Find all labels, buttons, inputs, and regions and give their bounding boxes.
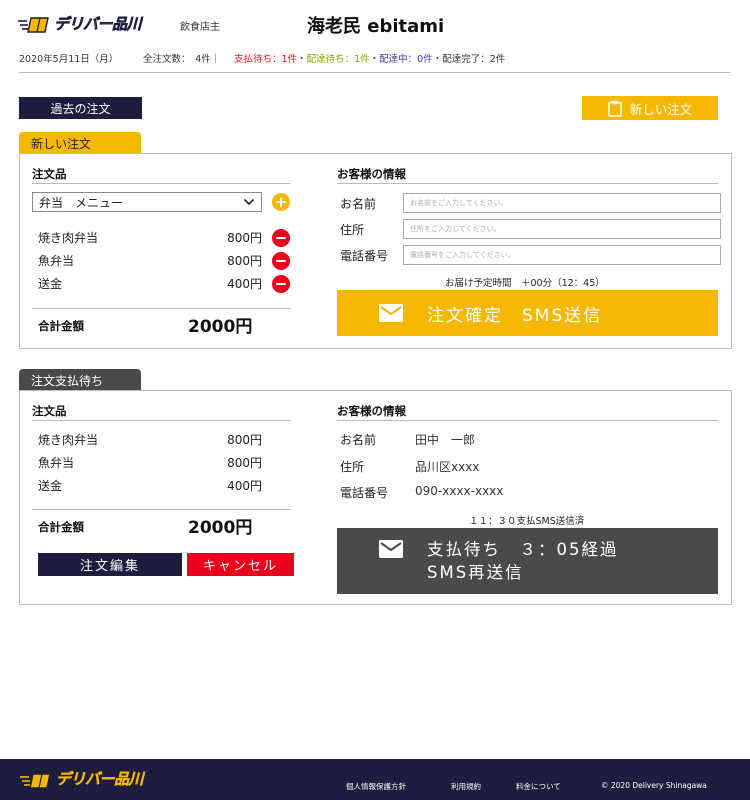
terms-link[interactable]: 利用規約 <box>451 781 481 792</box>
confirm-order-label: 注文確定 SMS送信 <box>427 305 603 326</box>
items-section-title: 注文品 <box>32 404 67 418</box>
footer-logo-text: デリバー品川 <box>56 770 144 788</box>
pending-delivery-count: 配達待ち：1件 <box>306 54 370 65</box>
new-order-button[interactable]: 新しい注文 <box>582 96 718 120</box>
payment-wait-elapsed: 支払待ち ３：05経過 <box>427 540 619 559</box>
separator: ・ <box>297 54 307 65</box>
total-label: 合計金額 <box>38 520 84 534</box>
tab-new-order: 新しい注文 <box>19 132 141 154</box>
order-item-name: 焼き肉弁当 <box>38 433 99 447</box>
customer-address-value: 品川区xxxx <box>415 460 480 474</box>
new-order-panel: 注文品 弁当 メニュー + 焼き肉弁当 800円 魚弁当 800円 送金 400… <box>19 153 732 349</box>
pending-payment-count: 支払待ち：1件 <box>234 54 298 65</box>
user-role: 飲食店主 <box>180 22 220 33</box>
customer-divider <box>337 420 718 421</box>
edit-order-button[interactable]: 注文編集 <box>38 553 182 576</box>
menu-select-value: 弁当 メニュー <box>39 195 124 210</box>
delivery-box-icon <box>20 772 51 789</box>
customer-section-title: お客様の情報 <box>337 167 406 181</box>
status-counts: 支払待ち：1件・配達待ち：1件・配達中：0件・配達完了：2件 <box>234 51 505 65</box>
order-item-price: 800円 <box>227 433 262 447</box>
chevron-down-icon <box>243 198 255 206</box>
mail-icon <box>379 304 403 322</box>
name-label: お名前 <box>340 197 377 211</box>
customer-divider <box>337 183 718 184</box>
phone-label: 電話番号 <box>340 486 389 500</box>
delivery-time-estimate: お届け予定時間 ＋00分（12：45） <box>445 278 605 289</box>
order-item-price: 400円 <box>227 479 262 493</box>
past-orders-button[interactable]: 過去の注文 <box>19 97 142 119</box>
resend-sms-button[interactable]: 支払待ち ３：05経過 SMS再送信 <box>337 528 718 594</box>
cancel-order-button[interactable]: キャンセル <box>187 553 294 576</box>
resend-sms-text: 支払待ち ３：05経過 SMS再送信 <box>427 538 619 584</box>
privacy-policy-link[interactable]: 個人情報保護方針 <box>346 781 406 792</box>
separator: ・ <box>432 54 443 65</box>
remove-item-button[interactable] <box>272 275 290 293</box>
tab-pending-payment: 注文支払待ち <box>19 369 141 391</box>
shop-name: 海老民 ebitami <box>307 16 445 37</box>
customer-name-value: 田中 一郎 <box>415 433 476 447</box>
pricing-link[interactable]: 料金について <box>516 781 561 792</box>
total-divider <box>32 509 291 510</box>
resend-sms-label: SMS再送信 <box>427 563 524 582</box>
add-item-button[interactable]: + <box>272 193 290 211</box>
total-label: 合計金額 <box>38 319 84 333</box>
order-item-name: 魚弁当 <box>38 254 75 268</box>
remove-item-button[interactable] <box>272 229 290 247</box>
total-orders-count: 全注文数： 4件｜ <box>143 54 221 65</box>
header-divider <box>19 72 731 73</box>
order-item-name: 送金 <box>38 479 63 493</box>
items-divider <box>32 420 291 421</box>
total-value: 2000円 <box>188 518 253 538</box>
address-label: 住所 <box>340 223 365 237</box>
clipboard-icon <box>607 100 622 117</box>
footer-logo[interactable]: デリバー品川 <box>20 768 144 789</box>
order-item-price: 400円 <box>227 277 262 291</box>
customer-address-input[interactable]: 住所をご入力してください。 <box>403 219 721 239</box>
order-item-name: 魚弁当 <box>38 456 75 470</box>
current-date: 2020年5月11日（月） <box>19 54 119 65</box>
total-divider <box>32 308 291 309</box>
separator: ・ <box>369 54 380 65</box>
order-item-name: 焼き肉弁当 <box>38 231 99 245</box>
mail-icon <box>379 540 403 558</box>
customer-phone-input[interactable]: 電話番号をご入力してください。 <box>403 245 721 265</box>
order-item-price: 800円 <box>227 231 262 245</box>
total-value: 2000円 <box>188 317 253 337</box>
items-section-title: 注文品 <box>32 167 67 181</box>
items-divider <box>32 183 291 184</box>
order-item-name: 送金 <box>38 277 63 291</box>
logo-text: デリバー品川 <box>54 14 142 33</box>
sms-sent-note: １１：３０支払SMS送信済 <box>469 516 585 527</box>
pending-payment-panel: 注文品 焼き肉弁当 800円 魚弁当 800円 送金 400円 合計金額 200… <box>19 390 732 605</box>
app-logo[interactable]: デリバー品川 <box>18 12 144 34</box>
menu-select[interactable]: 弁当 メニュー <box>32 192 262 212</box>
customer-name-input[interactable]: お名前をご入力してください。 <box>403 193 721 213</box>
new-order-button-label: 新しい注文 <box>629 101 693 117</box>
delivery-box-icon <box>18 17 49 33</box>
name-label: お名前 <box>340 433 377 447</box>
confirm-order-sms-button[interactable]: 注文確定 SMS送信 <box>337 290 718 336</box>
delivered-count: 配達完了：2件 <box>442 54 506 65</box>
footer: デリバー品川 個人情報保護方針 利用規約 料金について © 2020 Deliv… <box>0 759 750 800</box>
customer-section-title: お客様の情報 <box>337 404 406 418</box>
order-item-price: 800円 <box>227 456 262 470</box>
remove-item-button[interactable] <box>272 252 290 270</box>
address-label: 住所 <box>340 460 365 474</box>
copyright: © 2020 Delivery Shinagawa <box>601 781 707 790</box>
in-delivery-count: 配達中：0件 <box>379 54 433 65</box>
phone-label: 電話番号 <box>340 249 389 263</box>
customer-phone-value: 090-xxxx-xxxx <box>415 484 504 498</box>
order-item-price: 800円 <box>227 254 262 268</box>
